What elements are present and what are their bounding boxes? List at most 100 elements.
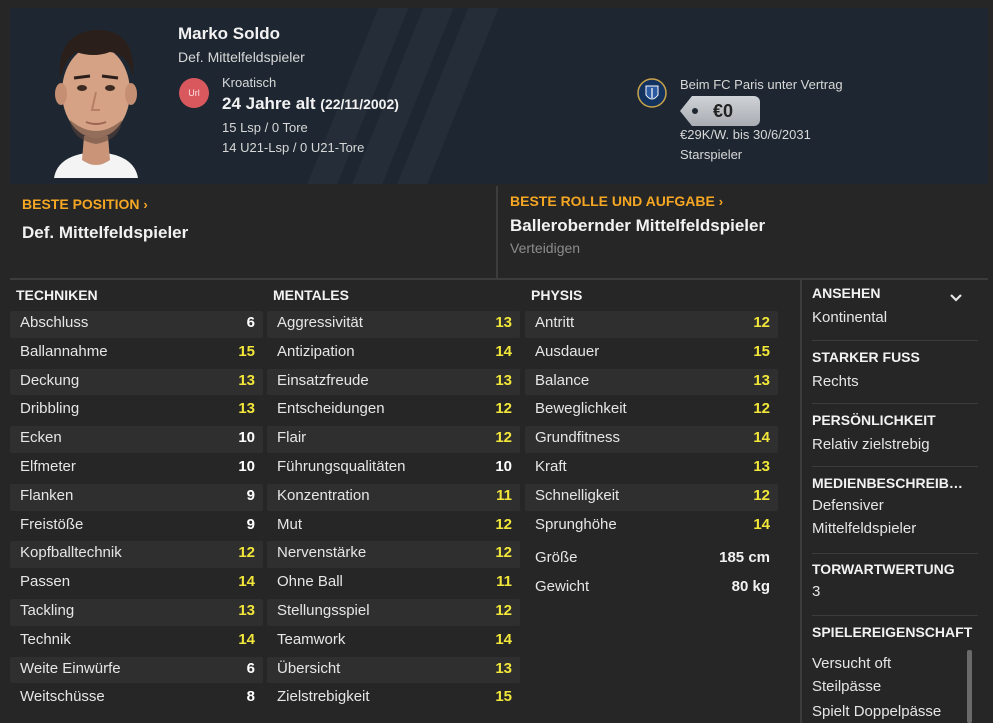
attribute-row[interactable]: Abschluss 6 bbox=[10, 310, 263, 339]
attribute-value: 14 bbox=[238, 630, 255, 648]
separator bbox=[812, 466, 978, 467]
attribute-value: 12 bbox=[753, 486, 770, 504]
chevron-right-icon: › bbox=[143, 197, 148, 212]
attribute-name: Passen bbox=[20, 573, 71, 591]
technical-attributes: TECHNIKEN Abschluss 6 Ballannahme 15 Deckung… bbox=[10, 285, 263, 713]
best-role-duty: Verteidigen bbox=[510, 240, 581, 256]
reputation-block[interactable]: ANSEHEN Kontinental bbox=[812, 285, 978, 329]
height-value: 185 cm bbox=[719, 549, 770, 567]
attribute-row[interactable]: Freistöße 9 bbox=[10, 512, 263, 541]
attribute-row[interactable]: Sprunghöhe 14 bbox=[525, 512, 778, 541]
date-of-birth: (22/11/2002) bbox=[320, 96, 399, 112]
attribute-name: Entscheidungen bbox=[277, 400, 385, 418]
attribute-row[interactable]: Beweglichkeit 12 bbox=[525, 396, 778, 425]
attribute-value: 14 bbox=[495, 630, 512, 648]
attribute-name: Balance bbox=[535, 371, 590, 389]
attribute-row[interactable]: Weite Einwürfe 6 bbox=[10, 656, 263, 685]
attribute-name: Weitschüsse bbox=[20, 688, 105, 706]
attribute-value: 13 bbox=[753, 457, 770, 475]
best-role-label: BESTE ROLLE UND AUFGABE bbox=[510, 193, 715, 209]
attribute-row[interactable]: Ballannahme 15 bbox=[10, 339, 263, 368]
attribute-row[interactable]: Entscheidungen 12 bbox=[267, 396, 520, 425]
chevron-down-icon[interactable] bbox=[948, 289, 964, 305]
attribute-row[interactable]: Stellungsspiel 12 bbox=[267, 598, 520, 627]
leave-badge[interactable]: Url bbox=[179, 78, 209, 108]
squad-status: Starspieler bbox=[680, 147, 743, 162]
attribute-value: 14 bbox=[753, 515, 770, 533]
attribute-name: Stellungsspiel bbox=[277, 601, 370, 619]
attribute-row[interactable]: Weitschüsse 8 bbox=[10, 684, 263, 713]
attribute-row[interactable]: Konzentration 11 bbox=[267, 483, 520, 512]
preferred-foot-block: STARKER FUSS Rechts bbox=[812, 349, 978, 393]
attribute-value: 14 bbox=[753, 429, 770, 447]
attribute-row[interactable]: Aggressivität 13 bbox=[267, 310, 520, 339]
media-description-value: Defensiver Mittelfeldspieler bbox=[812, 497, 917, 537]
attribute-name: Abschluss bbox=[20, 314, 89, 331]
sidebar-scrollbar[interactable] bbox=[967, 650, 972, 723]
media-description-block: MEDIENBESCHREIB… Defensiver Mittelfeldsp… bbox=[812, 475, 978, 540]
weight-value: 80 kg bbox=[731, 578, 770, 596]
attribute-value: 9 bbox=[246, 486, 255, 504]
technical-title: TECHNIKEN bbox=[16, 287, 98, 303]
attribute-value: 13 bbox=[495, 371, 512, 389]
best-role-link[interactable]: BESTE ROLLE UND AUFGABE › bbox=[510, 193, 723, 209]
attribute-row[interactable]: Antritt 12 bbox=[525, 310, 778, 339]
attribute-row[interactable]: Elfmeter 10 bbox=[10, 454, 263, 483]
trait-item: Versucht oft Steilpässe bbox=[812, 655, 892, 695]
best-position-link[interactable]: BESTE POSITION › bbox=[22, 196, 148, 212]
attribute-row[interactable]: Einsatzfreude 13 bbox=[267, 368, 520, 397]
attribute-row[interactable]: Nervenstärke 12 bbox=[267, 540, 520, 569]
attribute-row[interactable]: Kraft 13 bbox=[525, 454, 778, 483]
attribute-name: Einsatzfreude bbox=[277, 371, 369, 389]
attribute-row[interactable]: Flanken 9 bbox=[10, 483, 263, 512]
attribute-row[interactable]: Technik 14 bbox=[10, 627, 263, 656]
attribute-name: Ballannahme bbox=[20, 342, 108, 360]
attribute-row[interactable]: Grundfitness 14 bbox=[525, 425, 778, 454]
separator bbox=[812, 340, 978, 341]
attribute-row[interactable]: Mut 12 bbox=[267, 512, 520, 541]
attribute-value: 10 bbox=[238, 457, 255, 475]
best-position-value: Def. Mittelfeldspieler bbox=[22, 223, 189, 242]
attribute-value: 8 bbox=[246, 688, 255, 706]
attribute-row[interactable]: Übersicht 13 bbox=[267, 656, 520, 685]
attribute-row[interactable]: Dribbling 13 bbox=[10, 396, 263, 425]
attribute-row[interactable]: Führungsqualitäten 10 bbox=[267, 454, 520, 483]
attribute-row[interactable]: Ecken 10 bbox=[10, 425, 263, 454]
attribute-row[interactable]: Teamwork 14 bbox=[267, 627, 520, 656]
attribute-row[interactable]: Kopfballtechnik 12 bbox=[10, 540, 263, 569]
attribute-row[interactable]: Balance 13 bbox=[525, 368, 778, 397]
player-age: 24 Jahre alt (22/11/2002) bbox=[222, 94, 399, 114]
attribute-value: 13 bbox=[238, 371, 255, 389]
attribute-row[interactable]: Ohne Ball 11 bbox=[267, 569, 520, 598]
separator bbox=[812, 553, 978, 554]
attribute-row[interactable]: Flair 12 bbox=[267, 425, 520, 454]
attribute-name: Flanken bbox=[20, 486, 74, 504]
attribute-name: Ohne Ball bbox=[277, 573, 343, 591]
goalkeeper-rating-title: TORWARTWERTUNG bbox=[812, 561, 955, 577]
attribute-row[interactable]: Deckung 13 bbox=[10, 368, 263, 397]
attribute-row[interactable]: Zielstrebigkeit 15 bbox=[267, 684, 520, 713]
attribute-row[interactable]: Antizipation 14 bbox=[267, 339, 520, 368]
attribute-value: 12 bbox=[495, 429, 512, 447]
separator bbox=[812, 403, 978, 404]
attribute-list: Antritt 12 Ausdauer 15 Balance 13 Beweglichkei… bbox=[525, 310, 778, 540]
attribute-value: 12 bbox=[753, 400, 770, 418]
attribute-row[interactable]: Tackling 13 bbox=[10, 598, 263, 627]
contract-club[interactable]: Beim FC Paris unter Vertrag bbox=[680, 77, 843, 92]
player-position: Def. Mittelfeldspieler bbox=[178, 49, 305, 65]
attribute-row[interactable]: Ausdauer 15 bbox=[525, 339, 778, 368]
weight-label: Gewicht bbox=[535, 578, 590, 596]
chevron-right-icon: › bbox=[718, 194, 724, 209]
mental-title: MENTALES bbox=[273, 287, 349, 303]
attribute-name: Dribbling bbox=[20, 400, 80, 418]
tag-hole bbox=[692, 108, 698, 114]
attribute-name: Sprunghöhe bbox=[535, 515, 617, 533]
fc-paris-crest-icon[interactable] bbox=[637, 77, 667, 109]
goalkeeper-rating-value: 3 bbox=[812, 583, 821, 600]
attribute-row[interactable]: Schnelligkeit 12 bbox=[525, 483, 778, 512]
attribute-row[interactable]: Passen 14 bbox=[10, 569, 263, 598]
attribute-name: Mut bbox=[277, 515, 303, 533]
player-nationality[interactable]: Kroatisch bbox=[222, 75, 276, 90]
goalkeeper-rating-block: TORWARTWERTUNG 3 bbox=[812, 561, 978, 603]
attribute-name: Kopfballtechnik bbox=[20, 544, 122, 562]
